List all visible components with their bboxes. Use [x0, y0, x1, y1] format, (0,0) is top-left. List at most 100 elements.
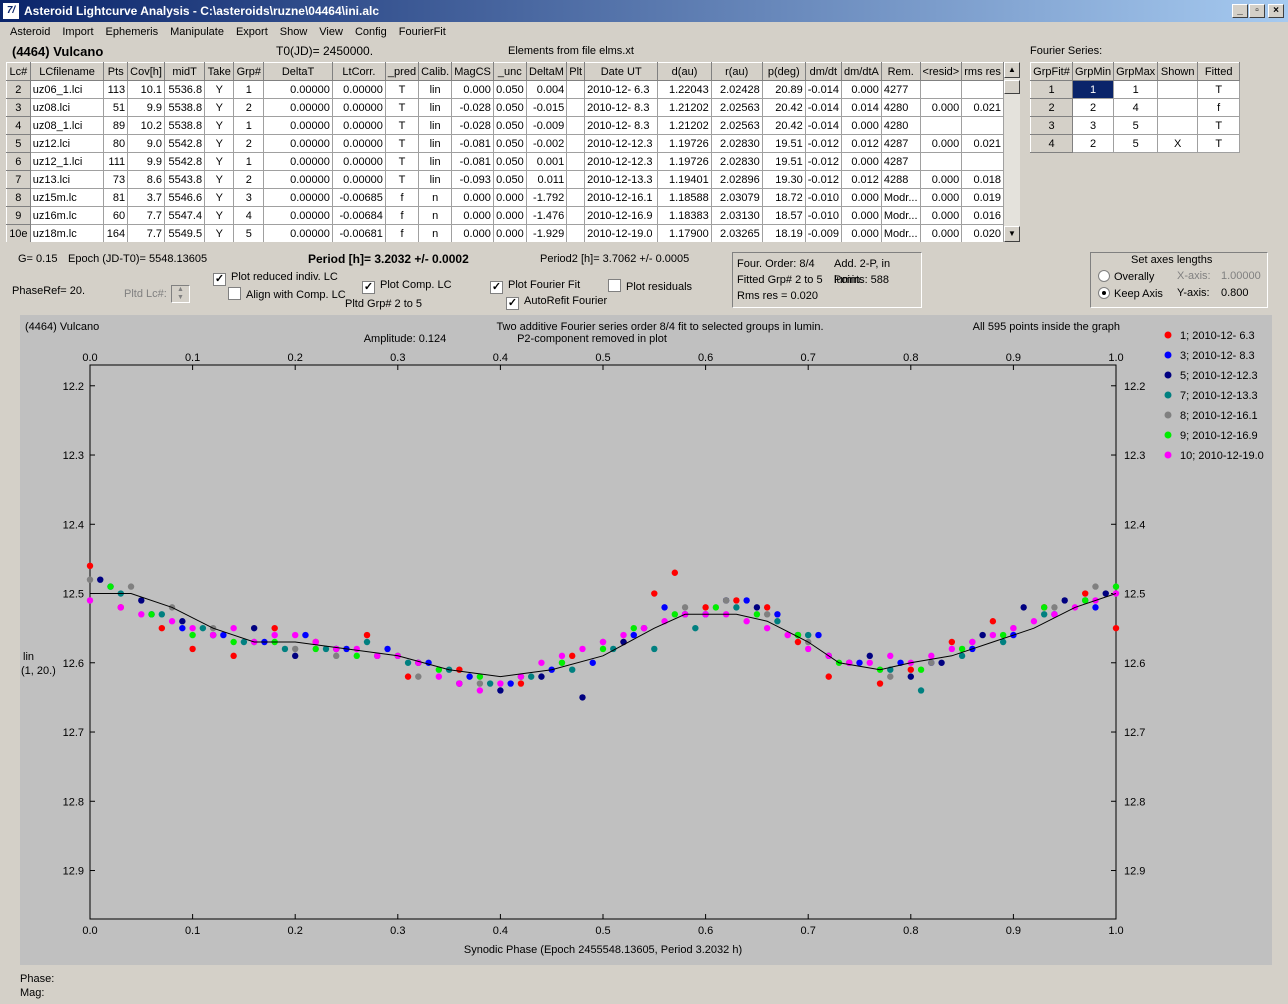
table-cell[interactable]: 2: [1071, 98, 1115, 117]
column-header[interactable]: <resid>: [919, 62, 963, 81]
table-cell[interactable]: 20.42: [761, 98, 806, 117]
table-cell[interactable]: [566, 80, 586, 99]
table-cell[interactable]: Y: [204, 98, 235, 117]
restore-icon[interactable]: ▫: [1249, 4, 1265, 18]
table-cell[interactable]: -0.00684: [331, 206, 386, 225]
column-header[interactable]: midT: [164, 62, 206, 81]
table-cell[interactable]: 2010-12- 6.3: [584, 80, 659, 99]
row-header[interactable]: 9: [6, 206, 31, 225]
table-cell[interactable]: Y: [204, 116, 235, 135]
table-cell[interactable]: 2.02563: [710, 116, 763, 135]
overally-radio[interactable]: Overally: [1098, 270, 1154, 283]
table-cell[interactable]: -0.081: [451, 134, 494, 153]
scroll-thumb[interactable]: [1004, 80, 1020, 94]
table-cell[interactable]: 0.00000: [331, 152, 386, 171]
table-cell[interactable]: f: [384, 188, 420, 207]
table-cell[interactable]: T: [1197, 116, 1241, 135]
keep-axis-radio[interactable]: Keep Axis: [1098, 287, 1163, 300]
table-cell[interactable]: n: [418, 224, 453, 242]
table-cell[interactable]: 0.000: [919, 170, 963, 189]
table-cell[interactable]: 0.00000: [331, 134, 386, 153]
table-cell[interactable]: -0.014: [804, 98, 842, 117]
table-cell[interactable]: 1.22043: [657, 80, 712, 99]
table-row[interactable]: 7 uz13.lci 73 8.6 5543.8 Y 2 0.00000 0.00000 Tlin…: [6, 170, 1004, 189]
table-row[interactable]: 2 uz06_1.lci 113 10.1 5536.8 Y 1 0.00000 0.00000…: [6, 80, 1004, 99]
column-header[interactable]: Cov[h]: [127, 62, 166, 81]
column-header[interactable]: MagCS: [451, 62, 494, 81]
table-cell[interactable]: 0.050: [492, 170, 527, 189]
table-cell[interactable]: T: [384, 98, 420, 117]
table-cell[interactable]: 2: [233, 98, 265, 117]
table-cell[interactable]: X: [1157, 134, 1199, 153]
table-cell[interactable]: 0.000: [840, 224, 882, 242]
table-cell[interactable]: 0.00000: [263, 80, 333, 99]
column-header[interactable]: d(au): [657, 62, 712, 81]
table-cell[interactable]: 0.050: [492, 98, 527, 117]
table-cell[interactable]: 0.00000: [331, 80, 386, 99]
table-cell[interactable]: 4287: [880, 152, 921, 171]
table-cell[interactable]: 0.000: [451, 224, 494, 242]
table-cell[interactable]: 0.00000: [263, 98, 333, 117]
table-cell[interactable]: 2010-12-16.9: [584, 206, 659, 225]
table-cell[interactable]: 0.050: [492, 116, 527, 135]
table-cell[interactable]: 20.42: [761, 116, 806, 135]
row-header[interactable]: 2: [1030, 98, 1073, 117]
table-cell[interactable]: -0.009: [525, 116, 568, 135]
minimize-icon[interactable]: _: [1232, 4, 1248, 18]
table-cell[interactable]: lin: [418, 152, 453, 171]
menu-item-manipulate[interactable]: Manipulate: [164, 26, 230, 38]
table-cell[interactable]: -1.792: [525, 188, 568, 207]
table-cell[interactable]: 2010-12-16.1: [584, 188, 659, 207]
table-cell[interactable]: 9.0: [127, 134, 166, 153]
table-row[interactable]: 10e uz18m.lc 164 7.7 5549.5 Y 5 0.00000 -0.00681…: [6, 224, 1004, 242]
lc-table-scrollbar[interactable]: ▲ ▼: [1004, 62, 1020, 242]
table-cell[interactable]: [919, 152, 963, 171]
table-cell[interactable]: 0.019: [961, 188, 1004, 207]
table-cell[interactable]: 164: [103, 224, 129, 242]
table-cell[interactable]: 0.00000: [263, 206, 333, 225]
table-cell[interactable]: 1.21202: [657, 98, 712, 117]
row-header[interactable]: 7: [6, 170, 31, 189]
table-row[interactable]: 335T: [1030, 116, 1241, 135]
table-cell[interactable]: Y: [204, 224, 235, 242]
table-cell[interactable]: 0.000: [840, 206, 882, 225]
row-header[interactable]: 10e: [6, 224, 31, 242]
table-cell[interactable]: 19.30: [761, 170, 806, 189]
row-header[interactable]: 3: [1030, 116, 1073, 135]
table-cell[interactable]: lin: [418, 98, 453, 117]
table-cell[interactable]: 4287: [880, 134, 921, 153]
table-cell[interactable]: 2: [233, 170, 265, 189]
table-cell[interactable]: [1157, 80, 1199, 99]
menu-item-show[interactable]: Show: [274, 26, 314, 38]
column-header[interactable]: Calib.: [418, 62, 453, 81]
column-header[interactable]: Date UT: [584, 62, 659, 81]
table-cell[interactable]: 0.000: [840, 116, 882, 135]
table-cell[interactable]: 0.000: [451, 188, 494, 207]
table-cell[interactable]: 0.00000: [263, 134, 333, 153]
column-header[interactable]: Rem.: [880, 62, 921, 81]
column-header[interactable]: r(au): [710, 62, 763, 81]
table-cell[interactable]: 5543.8: [164, 170, 206, 189]
table-cell[interactable]: uz12_1.lci: [29, 152, 105, 171]
table-cell[interactable]: 2.02830: [710, 134, 763, 153]
menu-item-asteroid[interactable]: Asteroid: [4, 26, 56, 38]
table-cell[interactable]: 0.000: [840, 188, 882, 207]
table-cell[interactable]: [919, 116, 963, 135]
menu-item-config[interactable]: Config: [349, 26, 393, 38]
table-cell[interactable]: 51: [103, 98, 129, 117]
scroll-up-icon[interactable]: ▲: [1004, 62, 1020, 78]
table-cell[interactable]: 5542.8: [164, 152, 206, 171]
table-cell[interactable]: 0.00000: [263, 188, 333, 207]
row-header[interactable]: 8: [6, 188, 31, 207]
table-cell[interactable]: f: [1197, 98, 1241, 117]
table-cell[interactable]: 5: [233, 224, 265, 242]
table-cell[interactable]: 0.00000: [263, 116, 333, 135]
table-cell[interactable]: 5: [1113, 116, 1159, 135]
table-cell[interactable]: uz15m.lc: [29, 188, 105, 207]
column-header[interactable]: DeltaM: [525, 62, 568, 81]
table-cell[interactable]: Y: [204, 134, 235, 153]
table-cell[interactable]: 2010-12- 8.3: [584, 116, 659, 135]
table-cell[interactable]: [566, 116, 586, 135]
table-cell[interactable]: 1.19401: [657, 170, 712, 189]
table-cell[interactable]: 5536.8: [164, 80, 206, 99]
